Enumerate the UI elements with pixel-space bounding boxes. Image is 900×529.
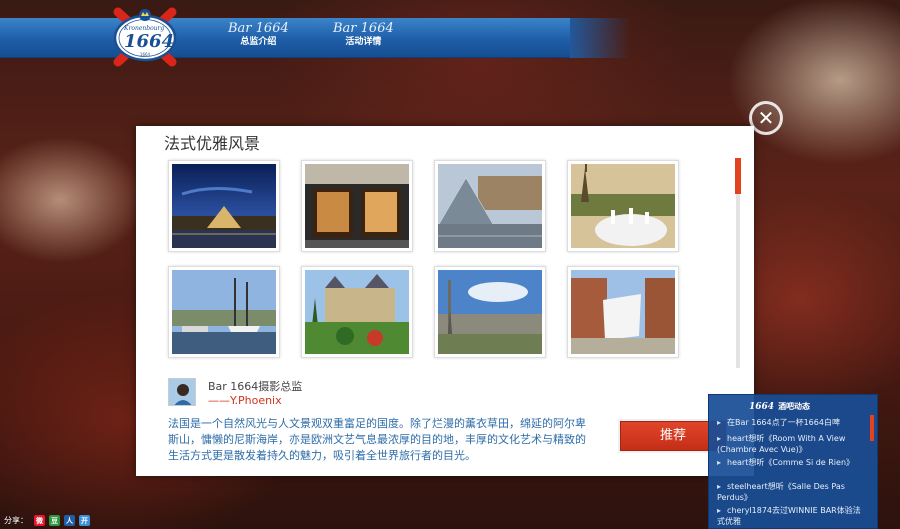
douban-icon[interactable]: 豆 [49,515,60,526]
news-item[interactable]: heart想听《Room With A View (Chambre Avec V… [717,433,867,455]
news-brand: 1664 [749,402,775,412]
close-button[interactable]: ✕ [749,101,783,135]
renren-icon[interactable]: 人 [64,515,75,526]
share-bar: 分享： 微 豆 人 开 [4,514,90,527]
photo-eiffel-tower-terrace[interactable] [567,160,679,252]
photo-paris-skyline[interactable] [434,266,546,358]
photo-louvre-night[interactable] [168,160,280,252]
nav-brand: Bar 1664 [333,21,394,36]
news-title-label: 酒吧动态 [778,402,811,411]
news-item[interactable]: cheryl1874去过WINNIE BAR体验法式优雅 [717,505,867,527]
photo-tall-ship-harbor[interactable] [168,266,280,358]
nav-event-details[interactable]: Bar 1664 活动详情 [333,22,394,48]
close-icon: ✕ [757,106,775,130]
description-text: 法国是一个自然风光与人文景观双重富足的国度。除了烂漫的薰衣草田，绵延的阿尔卑斯山… [168,417,586,462]
news-item[interactable]: 在Bar 1664点了一杯1664白啤 [717,417,867,428]
logo-year: 1664 [139,52,151,57]
bar-news-panel: 1664酒吧动态 在Bar 1664点了一杯1664白啤 heart想听《Roo… [708,394,878,529]
share-label: 分享： [4,516,28,525]
news-item[interactable]: heart想听《Comme Si de Rien》 [717,457,867,468]
photo-gallery-modal: 法式优雅风景 Bar 1664摄影总监 ——Y.Phoenix 法国是一个自然风… [136,126,754,476]
weibo-icon[interactable]: 微 [34,515,45,526]
news-title: 1664 酒吧动态 [749,401,810,412]
photo-louis-vuitton-store[interactable] [301,160,413,252]
nav-label: 活动详情 [345,37,382,47]
news-item[interactable]: steelheart想听《Salle Des Pas Perdus》 [717,481,867,503]
photo-chateau-garden[interactable] [301,266,413,358]
kronenbourg-1664-logo[interactable]: Kronenbourg 1664 1664 [110,4,180,70]
author-name[interactable]: ——Y.Phoenix [208,394,282,407]
nav-director-intro[interactable]: Bar 1664 总监介绍 [228,22,289,48]
author-title: Bar 1664摄影总监 [208,380,303,393]
nav-brand: Bar 1664 [228,21,289,36]
modal-title: 法式优雅风景 [164,134,261,153]
kaixin-icon[interactable]: 开 [79,515,90,526]
photo-city-square-pavilion[interactable] [567,266,679,358]
photo-louvre-pyramid-day[interactable] [434,160,546,252]
news-scrollbar-thumb[interactable] [870,415,874,441]
gallery-scrollbar-thumb[interactable] [735,158,741,194]
author-avatar [168,378,196,406]
nav-label: 总监介绍 [240,37,277,47]
logo-number: 1664 [124,31,175,52]
